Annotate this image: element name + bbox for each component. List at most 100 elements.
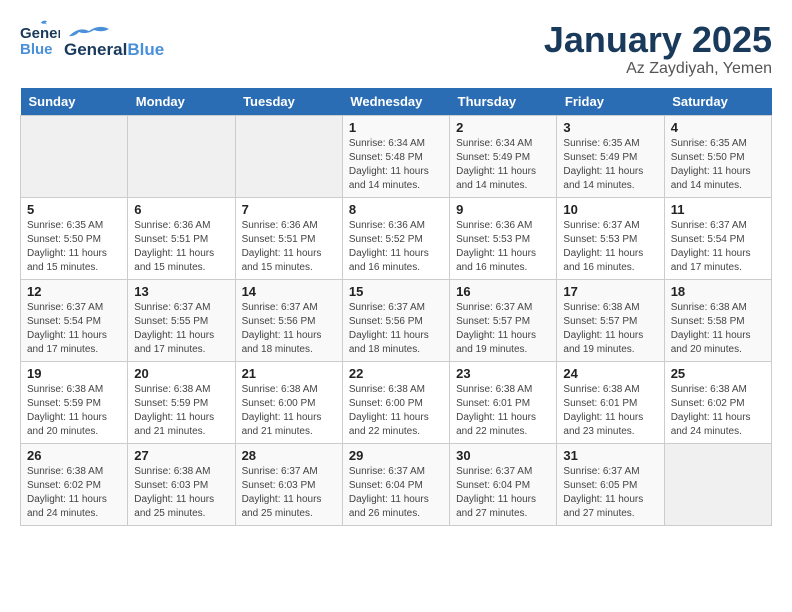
day-number: 28 — [242, 448, 336, 463]
day-number: 20 — [134, 366, 228, 381]
day-cell: 30 Sunrise: 6:37 AMSunset: 6:04 PMDayligh… — [450, 443, 557, 525]
day-number: 13 — [134, 284, 228, 299]
page-header: General Blue General Blue January 2025 A… — [20, 20, 772, 78]
day-cell: 18 Sunrise: 6:38 AMSunset: 5:58 PMDayligh… — [664, 279, 771, 361]
day-info: Sunrise: 6:37 AMSunset: 5:56 PMDaylight:… — [349, 301, 443, 357]
day-number: 15 — [349, 284, 443, 299]
day-number: 19 — [27, 366, 121, 381]
day-info: Sunrise: 6:38 AMSunset: 6:00 PMDaylight:… — [242, 383, 336, 439]
day-info: Sunrise: 6:38 AMSunset: 5:57 PMDaylight:… — [563, 301, 657, 357]
day-cell: 20 Sunrise: 6:38 AMSunset: 5:59 PMDayligh… — [128, 361, 235, 443]
day-cell: 28 Sunrise: 6:37 AMSunset: 6:03 PMDayligh… — [235, 443, 342, 525]
day-info: Sunrise: 6:36 AMSunset: 5:53 PMDaylight:… — [456, 219, 550, 275]
day-info: Sunrise: 6:37 AMSunset: 6:04 PMDaylight:… — [456, 465, 550, 521]
title-block: January 2025 Az Zaydiyah, Yemen — [544, 20, 772, 78]
day-number: 27 — [134, 448, 228, 463]
day-cell: 17 Sunrise: 6:38 AMSunset: 5:57 PMDayligh… — [557, 279, 664, 361]
day-info: Sunrise: 6:35 AMSunset: 5:50 PMDaylight:… — [671, 137, 765, 193]
day-info: Sunrise: 6:38 AMSunset: 6:02 PMDaylight:… — [27, 465, 121, 521]
logo: General Blue General Blue — [20, 20, 164, 60]
day-number: 23 — [456, 366, 550, 381]
day-number: 6 — [134, 202, 228, 217]
day-info: Sunrise: 6:38 AMSunset: 6:03 PMDaylight:… — [134, 465, 228, 521]
day-info: Sunrise: 6:38 AMSunset: 5:59 PMDaylight:… — [27, 383, 121, 439]
day-number: 8 — [349, 202, 443, 217]
day-info: Sunrise: 6:37 AMSunset: 5:57 PMDaylight:… — [456, 301, 550, 357]
day-cell: 12 Sunrise: 6:37 AMSunset: 5:54 PMDayligh… — [21, 279, 128, 361]
weekday-header-wednesday: Wednesday — [342, 88, 449, 116]
day-number: 26 — [27, 448, 121, 463]
day-number: 3 — [563, 120, 657, 135]
day-info: Sunrise: 6:34 AMSunset: 5:48 PMDaylight:… — [349, 137, 443, 193]
day-info: Sunrise: 6:37 AMSunset: 5:54 PMDaylight:… — [27, 301, 121, 357]
weekday-header-friday: Friday — [557, 88, 664, 116]
day-info: Sunrise: 6:37 AMSunset: 6:04 PMDaylight:… — [349, 465, 443, 521]
day-info: Sunrise: 6:37 AMSunset: 5:56 PMDaylight:… — [242, 301, 336, 357]
day-number: 31 — [563, 448, 657, 463]
svg-text:General: General — [20, 25, 60, 42]
day-cell: 4Sunrise: 6:35 AMSunset: 5:50 PMDaylight… — [664, 115, 771, 197]
day-number: 9 — [456, 202, 550, 217]
day-info: Sunrise: 6:37 AMSunset: 5:54 PMDaylight:… — [671, 219, 765, 275]
day-info: Sunrise: 6:36 AMSunset: 5:52 PMDaylight:… — [349, 219, 443, 275]
day-number: 18 — [671, 284, 765, 299]
day-cell: 13 Sunrise: 6:37 AMSunset: 5:55 PMDayligh… — [128, 279, 235, 361]
day-number: 21 — [242, 366, 336, 381]
day-number: 25 — [671, 366, 765, 381]
day-number: 17 — [563, 284, 657, 299]
day-cell: 1Sunrise: 6:34 AMSunset: 5:48 PMDaylight… — [342, 115, 449, 197]
day-number: 12 — [27, 284, 121, 299]
day-cell: 27 Sunrise: 6:38 AMSunset: 6:03 PMDayligh… — [128, 443, 235, 525]
day-number: 29 — [349, 448, 443, 463]
day-number: 11 — [671, 202, 765, 217]
logo-icon: General Blue — [20, 20, 60, 60]
day-cell: 15 Sunrise: 6:37 AMSunset: 5:56 PMDayligh… — [342, 279, 449, 361]
day-info: Sunrise: 6:37 AMSunset: 5:55 PMDaylight:… — [134, 301, 228, 357]
day-info: Sunrise: 6:36 AMSunset: 5:51 PMDaylight:… — [242, 219, 336, 275]
day-info: Sunrise: 6:38 AMSunset: 5:59 PMDaylight:… — [134, 383, 228, 439]
week-row-1: 1Sunrise: 6:34 AMSunset: 5:48 PMDaylight… — [21, 115, 772, 197]
day-number: 10 — [563, 202, 657, 217]
day-cell: 14 Sunrise: 6:37 AMSunset: 5:56 PMDayligh… — [235, 279, 342, 361]
week-row-4: 19 Sunrise: 6:38 AMSunset: 5:59 PMDayligh… — [21, 361, 772, 443]
day-number: 22 — [349, 366, 443, 381]
day-cell: 9 Sunrise: 6:36 AMSunset: 5:53 PMDaylight… — [450, 197, 557, 279]
weekday-header-thursday: Thursday — [450, 88, 557, 116]
day-number: 5 — [27, 202, 121, 217]
weekday-header-sunday: Sunday — [21, 88, 128, 116]
logo-bird-icon — [64, 21, 114, 41]
day-cell: 11 Sunrise: 6:37 AMSunset: 5:54 PMDayligh… — [664, 197, 771, 279]
day-cell: 5Sunrise: 6:35 AMSunset: 5:50 PMDaylight… — [21, 197, 128, 279]
day-cell: 23 Sunrise: 6:38 AMSunset: 6:01 PMDayligh… — [450, 361, 557, 443]
day-cell: 19 Sunrise: 6:38 AMSunset: 5:59 PMDayligh… — [21, 361, 128, 443]
day-cell: 25Sunrise: 6:38 AMSunset: 6:02 PMDayligh… — [664, 361, 771, 443]
day-number: 30 — [456, 448, 550, 463]
day-cell — [664, 443, 771, 525]
week-row-3: 12 Sunrise: 6:37 AMSunset: 5:54 PMDayligh… — [21, 279, 772, 361]
day-cell: 7 Sunrise: 6:36 AMSunset: 5:51 PMDaylight… — [235, 197, 342, 279]
logo-general: General — [64, 41, 127, 60]
day-cell — [128, 115, 235, 197]
day-number: 14 — [242, 284, 336, 299]
day-info: Sunrise: 6:38 AMSunset: 5:58 PMDaylight:… — [671, 301, 765, 357]
day-cell: 8 Sunrise: 6:36 AMSunset: 5:52 PMDaylight… — [342, 197, 449, 279]
calendar-table: SundayMondayTuesdayWednesdayThursdayFrid… — [20, 88, 772, 526]
day-info: Sunrise: 6:38 AMSunset: 6:01 PMDaylight:… — [456, 383, 550, 439]
calendar-subtitle: Az Zaydiyah, Yemen — [544, 60, 772, 78]
week-row-5: 26 Sunrise: 6:38 AMSunset: 6:02 PMDayligh… — [21, 443, 772, 525]
day-cell: 21 Sunrise: 6:38 AMSunset: 6:00 PMDayligh… — [235, 361, 342, 443]
day-info: Sunrise: 6:35 AMSunset: 5:49 PMDaylight:… — [563, 137, 657, 193]
day-number: 16 — [456, 284, 550, 299]
day-cell: 24Sunrise: 6:38 AMSunset: 6:01 PMDayligh… — [557, 361, 664, 443]
week-row-2: 5Sunrise: 6:35 AMSunset: 5:50 PMDaylight… — [21, 197, 772, 279]
day-number: 2 — [456, 120, 550, 135]
day-info: Sunrise: 6:37 AMSunset: 6:03 PMDaylight:… — [242, 465, 336, 521]
day-cell: 22Sunrise: 6:38 AMSunset: 6:00 PMDayligh… — [342, 361, 449, 443]
day-cell: 10Sunrise: 6:37 AMSunset: 5:53 PMDayligh… — [557, 197, 664, 279]
weekday-header-row: SundayMondayTuesdayWednesdayThursdayFrid… — [21, 88, 772, 116]
weekday-header-tuesday: Tuesday — [235, 88, 342, 116]
day-cell — [235, 115, 342, 197]
calendar-title: January 2025 — [544, 20, 772, 60]
day-number: 7 — [242, 202, 336, 217]
day-cell — [21, 115, 128, 197]
